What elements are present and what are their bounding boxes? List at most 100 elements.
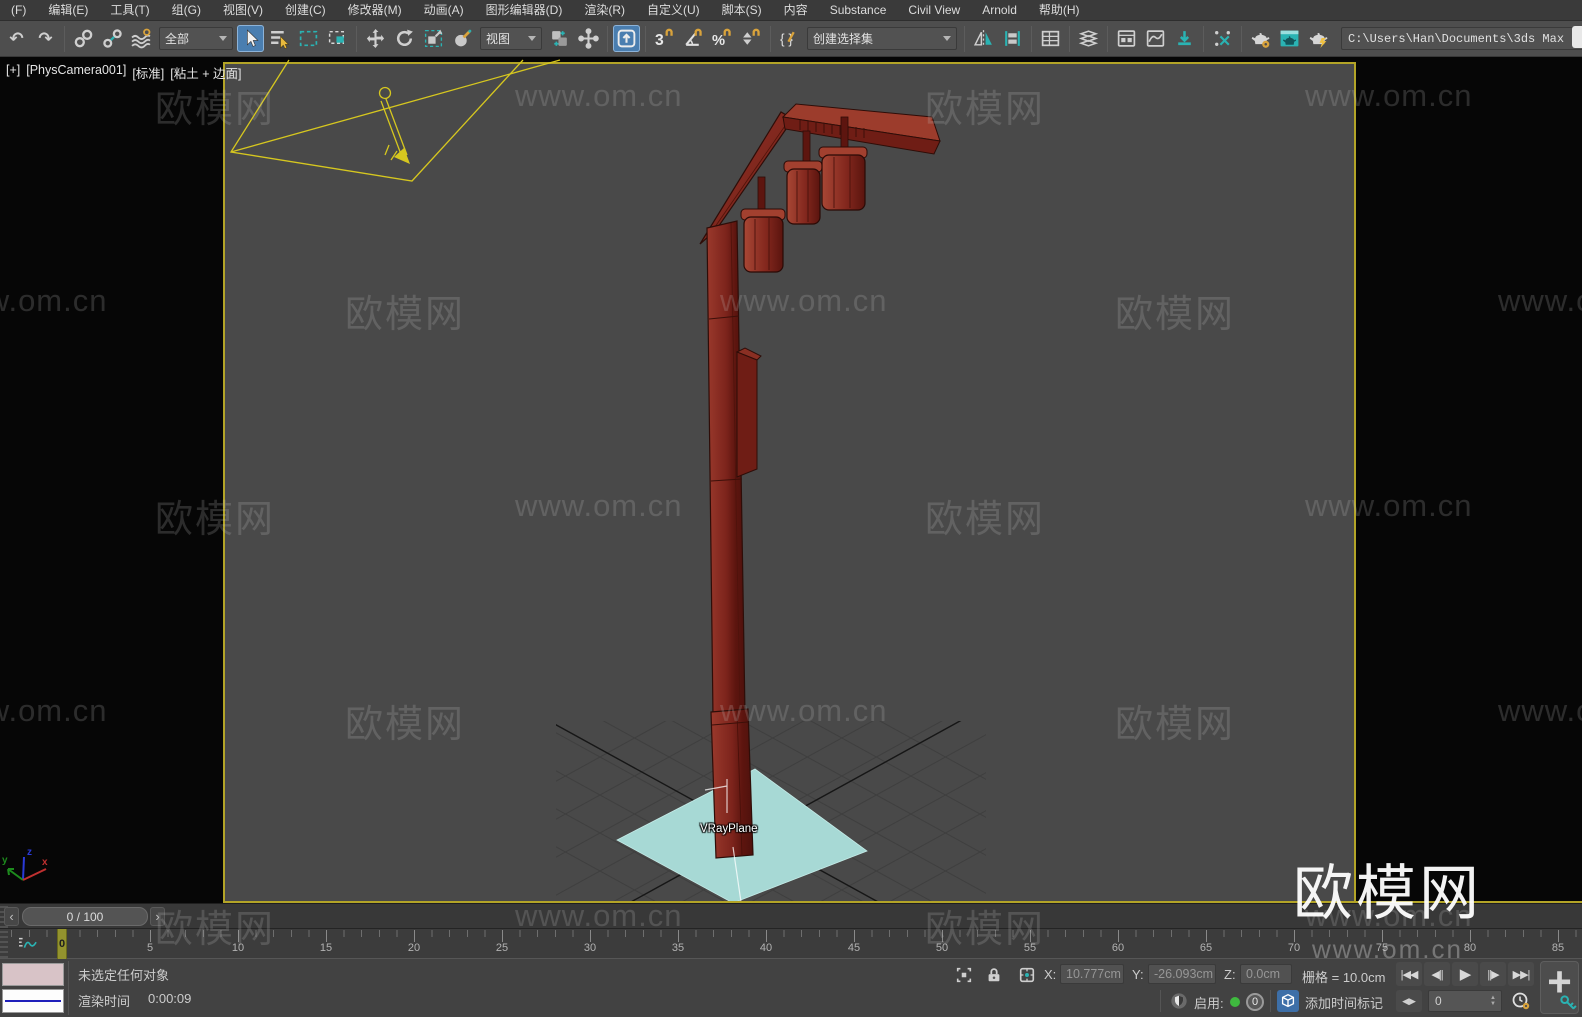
status-bar: 未选定任何对象 渲染时间 0:00:09 X: 10.777cm Y: -26.… <box>0 958 1582 1017</box>
previous-frame-arrow[interactable]: ‹ <box>4 907 19 926</box>
mini-curve-editor-button[interactable] <box>14 933 42 955</box>
next-frame-arrow[interactable]: › <box>150 907 165 926</box>
named-sets-button[interactable]: { } <box>776 25 803 52</box>
curve-editor-button[interactable] <box>1142 25 1169 52</box>
divider <box>68 961 69 1015</box>
menu-item-12[interactable]: 内容 <box>773 0 819 21</box>
snap-3d-button[interactable]: 3 <box>651 25 678 52</box>
notification-icon[interactable] <box>1572 26 1582 48</box>
unlink-button[interactable] <box>99 25 126 52</box>
named-selection-sets-dropdown[interactable]: 创建选择集 <box>807 27 957 50</box>
absolute-mode-button[interactable] <box>1016 964 1038 986</box>
reference-coordinate-dropdown[interactable]: 视图 <box>480 27 542 50</box>
menu-item-0[interactable]: (F) <box>0 0 37 21</box>
next-frame-button[interactable]: ||▶ <box>1480 962 1506 986</box>
menu-item-15[interactable]: Arnold <box>971 0 1028 21</box>
mirror-button[interactable] <box>970 25 997 52</box>
menu-item-13[interactable]: Substance <box>819 0 898 21</box>
time-tag-button[interactable] <box>1277 990 1299 1012</box>
key-mode-toggle[interactable]: ◀▶ <box>1396 990 1422 1012</box>
menu-item-5[interactable]: 创建(C) <box>274 0 337 21</box>
move-button[interactable] <box>362 25 389 52</box>
select-place-button[interactable] <box>449 25 476 52</box>
maxscript-mini-listener[interactable] <box>2 989 64 1013</box>
scene-explorer-button[interactable] <box>1037 25 1064 52</box>
viewport-menu-pov[interactable]: [PhysCamera001] <box>26 63 126 82</box>
angle-snap-button[interactable] <box>680 25 707 52</box>
add-time-tag[interactable]: 添加时间标记 <box>1305 993 1383 1012</box>
previous-frame-button[interactable]: ◀|| <box>1424 962 1450 986</box>
menu-item-4[interactable]: 视图(V) <box>212 0 274 21</box>
region-rect-button[interactable] <box>295 25 322 52</box>
clock-icon <box>1512 992 1530 1010</box>
spinner-snap-button[interactable] <box>738 25 765 52</box>
menu-item-3[interactable]: 组(G) <box>161 0 212 21</box>
selection-lock-button[interactable] <box>983 964 1005 986</box>
dope-sheet-button[interactable] <box>1171 25 1198 52</box>
undo-button[interactable]: ↶ <box>3 25 30 52</box>
play-button[interactable]: ▶ <box>1452 962 1478 986</box>
keyboard-override-button[interactable] <box>613 25 640 52</box>
render-button[interactable] <box>1305 25 1332 52</box>
project-folder-dropdown[interactable]: C:\Users\Han\Documents\3ds Max 2022 <box>1341 27 1582 50</box>
mirror-icon <box>973 28 994 49</box>
svg-text:3: 3 <box>655 32 664 49</box>
rendered-frame-button[interactable] <box>1276 25 1303 52</box>
frame-spinner[interactable]: ▲ ▼ <box>1487 992 1499 1010</box>
select-object-button[interactable] <box>237 25 264 52</box>
menu-item-1[interactable]: 编辑(E) <box>37 0 99 21</box>
menu-item-8[interactable]: 图形编辑器(D) <box>475 0 574 21</box>
safe-scene-button[interactable] <box>1168 990 1190 1012</box>
frame-tick-label: 30 <box>583 942 597 954</box>
menu-item-10[interactable]: 自定义(U) <box>636 0 711 21</box>
frame-tick-label: 60 <box>1111 942 1125 954</box>
ribbon-button[interactable] <box>1113 25 1140 52</box>
bind-spacewarp-button[interactable] <box>128 25 155 52</box>
redo-button[interactable]: ↷ <box>32 25 59 52</box>
percent-snap-button[interactable]: % <box>709 25 736 52</box>
macro-recorder-mini-listener[interactable] <box>2 963 64 986</box>
menu-item-11[interactable]: 脚本(S) <box>711 0 773 21</box>
region-window-button[interactable] <box>324 25 351 52</box>
set-key-button[interactable]: + <box>1540 958 1579 1014</box>
viewport-menu-style[interactable]: [粘土 + 边面] <box>170 63 241 82</box>
menu-item-2[interactable]: 工具(T) <box>99 0 160 21</box>
link-button[interactable] <box>70 25 97 52</box>
x-coordinate-field[interactable]: 10.777cm <box>1060 964 1124 984</box>
menu-item-7[interactable]: 动画(A) <box>413 0 475 21</box>
time-slider-handle[interactable]: 0 / 100 <box>22 907 148 926</box>
playback-controls: |◀◀ ◀|| ▶ ||▶ ▶▶| <box>1396 962 1534 986</box>
viewport-menu-general[interactable]: [+] <box>6 63 20 82</box>
time-configuration-button[interactable] <box>1508 990 1534 1012</box>
render-setup-button[interactable] <box>1247 25 1274 52</box>
menu-item-6[interactable]: 修改器(M) <box>337 0 413 21</box>
z-coordinate-field[interactable]: 0.0cm <box>1240 964 1292 984</box>
alert-count-badge[interactable]: 0 <box>1246 993 1264 1011</box>
layer-explorer-button[interactable] <box>1075 25 1102 52</box>
selection-filter-dropdown[interactable]: 全部 <box>159 27 233 50</box>
y-coordinate-field[interactable]: -26.093cm <box>1148 964 1216 984</box>
use-pivot-button[interactable] <box>546 25 573 52</box>
time-slider-row[interactable]: ‹ 0 / 100 › <box>0 903 1582 928</box>
align-button[interactable] <box>999 25 1026 52</box>
go-to-start-button[interactable]: |◀◀ <box>1396 962 1422 986</box>
timeline-playhead[interactable]: 0 <box>57 929 67 959</box>
isolate-selection-button[interactable] <box>953 964 975 986</box>
material-editor-button[interactable] <box>1209 25 1236 52</box>
current-frame-field[interactable]: 0 ▲ ▼ <box>1428 990 1502 1012</box>
camera-viewport-frame[interactable] <box>223 62 1356 903</box>
viewport-menu-shading[interactable]: [标准] <box>132 63 164 82</box>
scale-button[interactable] <box>420 25 447 52</box>
menu-item-16[interactable]: 帮助(H) <box>1028 0 1091 21</box>
select-manipulate-button[interactable] <box>575 25 602 52</box>
toolbar-separator <box>645 25 646 52</box>
chevron-down-icon <box>943 36 951 41</box>
redo-icon: ↷ <box>38 28 53 48</box>
go-to-end-button[interactable]: ▶▶| <box>1508 962 1534 986</box>
select-by-name-button[interactable] <box>266 25 293 52</box>
menu-item-9[interactable]: 渲染(R) <box>573 0 636 21</box>
viewport-canvas[interactable]: x y z [+] [PhysCamera001] [标准] [粘土 + 边面]… <box>0 57 1582 903</box>
menu-item-14[interactable]: Civil View <box>897 0 971 21</box>
rotate-button[interactable] <box>391 25 418 52</box>
track-bar[interactable]: 0 5 10 15 20 25 30 35 40 45 50 55 60 65 70 75 80 85 <box>0 928 1582 959</box>
